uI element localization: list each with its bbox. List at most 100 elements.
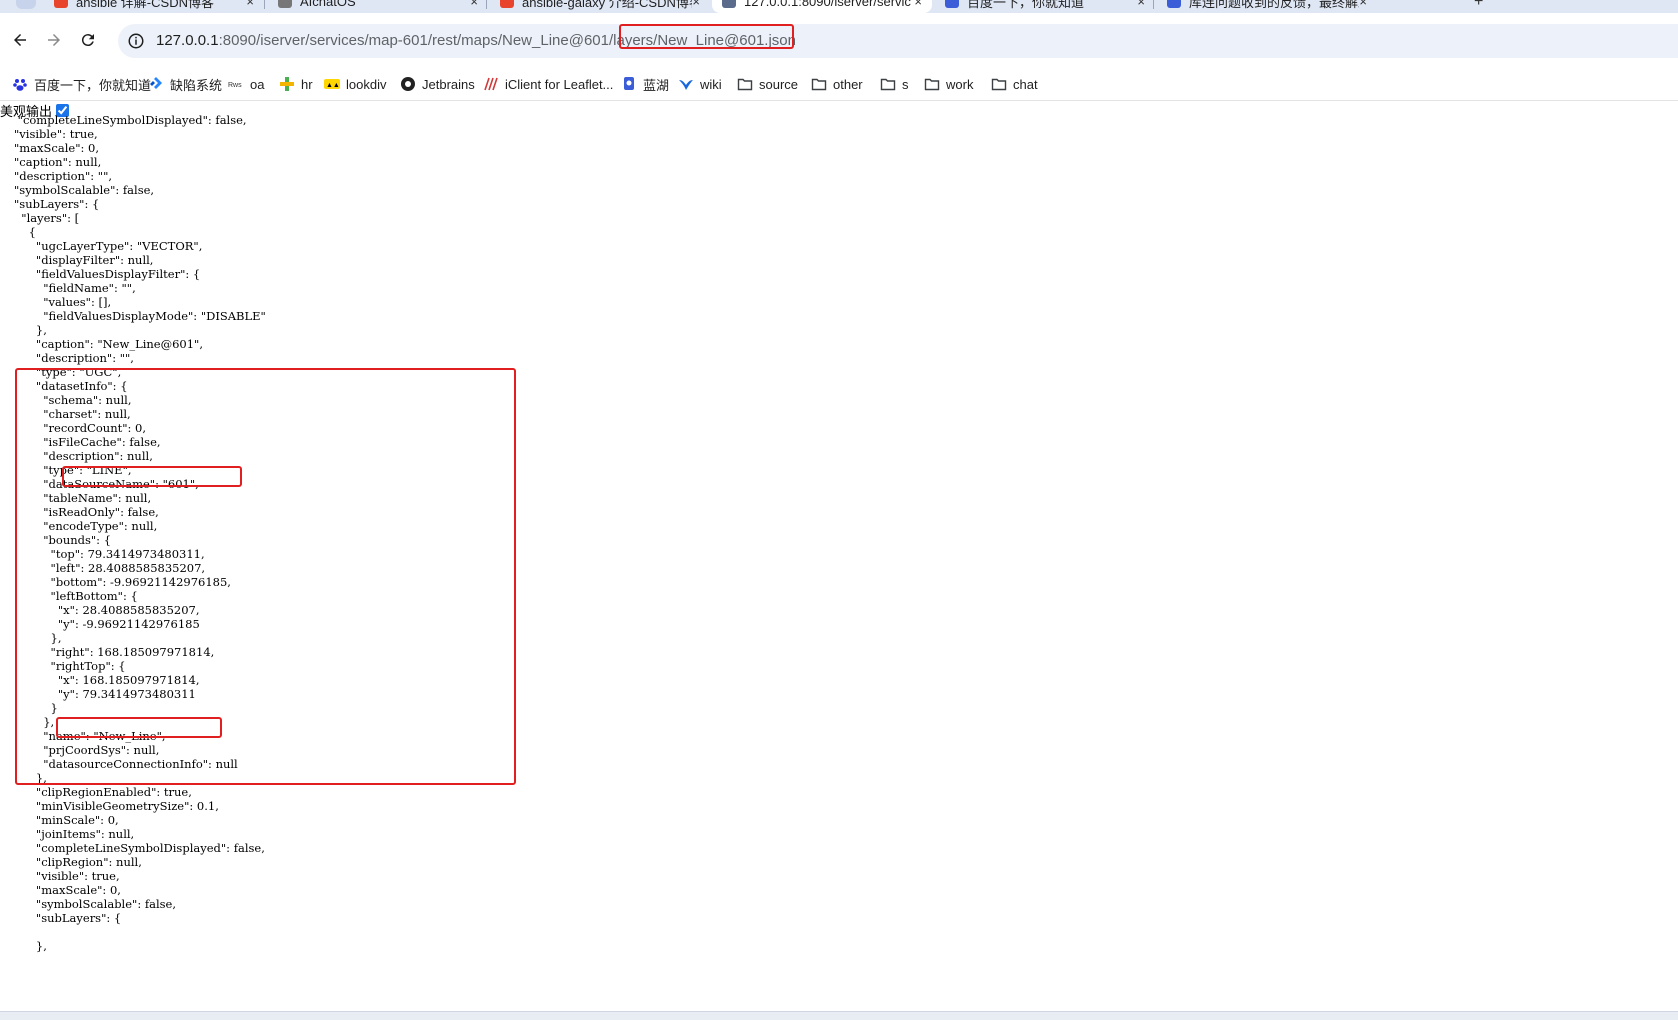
highlight-box-url — [619, 24, 794, 49]
bookmark-item[interactable]: 蓝湖 — [621, 74, 669, 94]
bookmark-label: Jetbrains — [422, 76, 475, 92]
bookmarks-bar: 百度一下，你就知道 缺陷系统 Rws oa hr ▲▲ lookdiv Jetbrains iC… — [0, 67, 1678, 101]
json-line: "symbolScalable": false, — [14, 183, 155, 197]
json-line: "description": "", — [14, 351, 134, 365]
bookmark-item[interactable]: source — [737, 74, 798, 94]
tab-close-icon[interactable]: × — [914, 0, 922, 9]
bookmark-item[interactable]: iClient for Leaflet... — [483, 74, 613, 94]
wiki-icon — [678, 76, 694, 92]
json-line: "symbolScalable": false, — [14, 897, 177, 911]
lookdiv-icon: ▲▲ — [324, 76, 340, 92]
json-line: }, — [14, 939, 47, 953]
json-line: "ugcLayerType": "VECTOR", — [14, 239, 203, 253]
tab-favicon-icon — [278, 0, 292, 8]
tab-strip: ansible 详解-CSDN博客 × AIchatOS × ansible-galax… — [0, 0, 1678, 13]
tab-close-icon[interactable]: × — [246, 0, 254, 9]
info-circle-icon — [128, 33, 144, 49]
tab-4[interactable]: 百度一下，你就知道 × — [935, 0, 1155, 13]
tab-0[interactable]: ansible 详解-CSDN博客 × — [44, 0, 264, 13]
bookmark-label: s — [902, 76, 909, 92]
bookmark-item[interactable]: 百度一下，你就知道 — [12, 74, 151, 94]
bookmark-item[interactable]: hr — [279, 74, 313, 94]
bookmark-label: work — [946, 76, 974, 92]
site-info-button[interactable] — [124, 29, 148, 53]
json-line: "joinItems": null, — [14, 827, 135, 841]
json-line: { — [14, 225, 36, 239]
tab-title: ansible 详解-CSDN博客 — [76, 0, 214, 10]
json-line: "subLayers": { — [14, 197, 100, 211]
bookmark-label: lookdiv — [346, 76, 387, 92]
tab-favicon-icon — [722, 0, 736, 8]
tab-3[interactable]: 127.0.0.1:8090/iserver/servic × — [712, 0, 932, 13]
lanhu-icon — [621, 76, 637, 92]
json-line: "fieldValuesDisplayMode": "DISABLE" — [14, 309, 266, 323]
bookmark-label: 百度一下，你就知道 — [34, 77, 152, 93]
tab-favicon-icon — [500, 0, 514, 8]
bookmark-item[interactable]: s — [880, 74, 909, 94]
reload-button[interactable] — [73, 25, 103, 55]
bookmark-item[interactable]: other — [811, 74, 863, 94]
json-line: "minVisibleGeometrySize": 0.1, — [14, 799, 219, 813]
bookmark-label: source — [759, 76, 799, 92]
bookmark-label: wiki — [700, 76, 722, 92]
folder-icon — [991, 76, 1007, 92]
bookmark-label: 缺陷系统 — [170, 77, 223, 93]
bookmark-label: hr — [301, 76, 313, 92]
json-line: "visible": true, — [14, 869, 120, 883]
bookmark-item[interactable]: Rws oa — [228, 74, 264, 94]
json-line: "subLayers": { — [14, 911, 122, 925]
bookmark-label: other — [833, 76, 863, 92]
svg-text:Rws: Rws — [228, 82, 242, 89]
tab-title: 百度一下，你就知道 — [967, 0, 1085, 10]
tab-5[interactable]: 库连问题收到的反馈，最终解决 × — [1157, 0, 1377, 13]
oa-icon: Rws — [228, 76, 244, 92]
json-line: "clipRegion": null, — [14, 855, 142, 869]
hr-icon — [279, 76, 295, 92]
json-line: "completeLineSymbolDisplayed": false, — [14, 113, 247, 127]
highlight-box-name — [56, 717, 222, 738]
forward-button[interactable] — [39, 25, 69, 55]
tab-separator — [486, 0, 487, 9]
json-line: "values": [], — [14, 295, 112, 309]
bookmark-item[interactable]: chat — [991, 74, 1038, 94]
baidu-icon — [12, 76, 28, 92]
tab-close-icon[interactable]: × — [692, 0, 700, 9]
back-button[interactable] — [5, 25, 35, 55]
jira-icon — [148, 76, 164, 92]
json-line: "layers": [ — [14, 211, 80, 225]
address-bar[interactable]: 127.0.0.1:8090/iserver/services/map-601/… — [118, 24, 1678, 58]
bookmark-label: chat — [1013, 76, 1038, 92]
tab-title: 127.0.0.1:8090/iserver/servic — [744, 0, 911, 9]
bookmark-item[interactable]: 缺陷系统 — [148, 74, 222, 94]
browser-toolbar: 127.0.0.1:8090/iserver/services/map-601/… — [0, 13, 1678, 67]
tab-separator — [1153, 0, 1154, 9]
bookmark-item[interactable]: work — [924, 74, 973, 94]
bookmark-item[interactable]: Jetbrains — [400, 74, 475, 94]
arrow-right-icon — [48, 34, 60, 46]
json-line: "caption": null, — [14, 155, 102, 169]
json-line: "maxScale": 0, — [14, 883, 121, 897]
svg-text:▲▲: ▲▲ — [326, 82, 340, 89]
tab-close-icon[interactable]: × — [1359, 0, 1367, 9]
tab-1[interactable]: AIchatOS × — [268, 0, 488, 13]
json-line: }, — [14, 323, 47, 337]
jetbrains-icon — [400, 76, 416, 92]
reload-icon — [81, 34, 94, 47]
bookmark-label: iClient for Leaflet... — [505, 76, 614, 92]
tab-close-icon[interactable]: × — [1137, 0, 1145, 9]
json-line — [14, 925, 266, 939]
tab-title: ansible-galaxy 介绍-CSDN博客 — [522, 0, 692, 10]
tab-2[interactable]: ansible-galaxy 介绍-CSDN博客 × — [490, 0, 710, 13]
folder-icon — [737, 76, 753, 92]
folder-icon — [880, 76, 896, 92]
bookmark-item[interactable]: ▲▲ lookdiv — [324, 74, 386, 94]
json-line: "maxScale": 0, — [14, 141, 99, 155]
json-line: "fieldName": "", — [14, 281, 136, 295]
new-tab-button[interactable]: + — [1474, 0, 1483, 11]
bookmark-item[interactable]: wiki — [678, 74, 722, 94]
json-line: "fieldValuesDisplayFilter": { — [14, 267, 201, 281]
json-line: "completeLineSymbolDisplayed": false, — [14, 841, 265, 855]
tab-close-icon[interactable]: × — [470, 0, 478, 9]
tab-search-button[interactable] — [16, 0, 36, 9]
bookmark-label: 蓝湖 — [643, 77, 670, 93]
